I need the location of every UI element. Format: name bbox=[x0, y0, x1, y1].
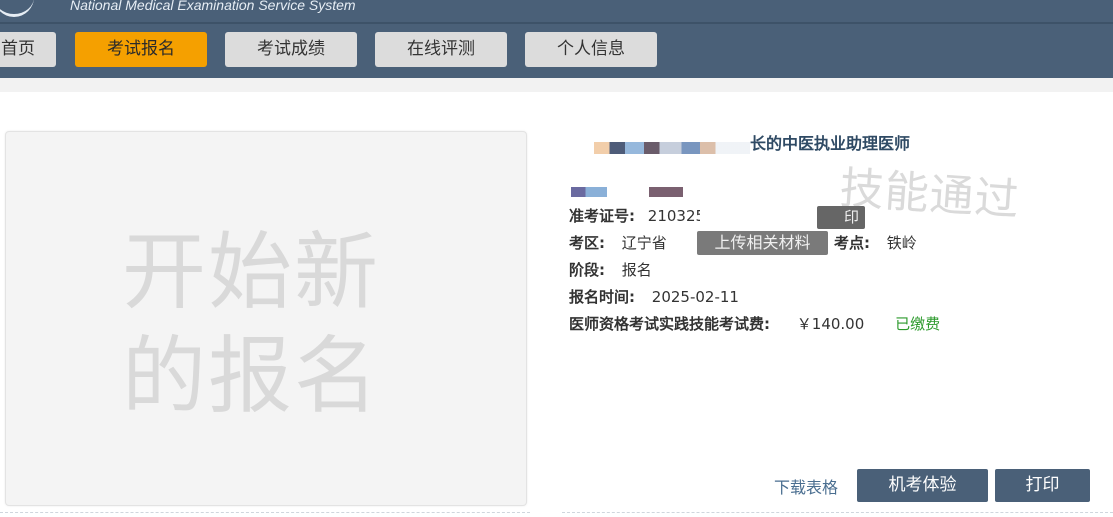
nav-tab-home[interactable]: 首页 bbox=[0, 32, 56, 67]
redacted-mark bbox=[649, 187, 683, 197]
new-registration-text: 开始新 的报名 bbox=[122, 223, 381, 425]
computer-exam-trial-button[interactable]: 机考体验 bbox=[857, 469, 988, 502]
header-shadow-strip bbox=[0, 78, 1113, 92]
card-divider bbox=[0, 512, 530, 513]
exam-site-row: 考点: 铁岭 bbox=[834, 232, 917, 254]
exam-number-label: 准考证号: bbox=[569, 207, 635, 225]
time-value: 2025-02-11 bbox=[651, 288, 739, 306]
upload-materials-button[interactable]: 上传相关材料 bbox=[697, 231, 828, 255]
fee-label: 医师资格考试实践技能考试费: bbox=[569, 315, 770, 333]
site-value: 铁岭 bbox=[886, 234, 917, 252]
print-button[interactable]: 打印 bbox=[995, 469, 1090, 502]
stage-value: 报名 bbox=[621, 261, 652, 279]
nav-tab-registration[interactable]: 考试报名 bbox=[75, 32, 207, 67]
redacted-name bbox=[594, 142, 750, 154]
redaction-overlay bbox=[700, 205, 820, 227]
nav-tab-personal-info[interactable]: 个人信息 bbox=[525, 32, 657, 67]
status-stamp: 技能通过 bbox=[838, 162, 1022, 227]
header-divider bbox=[0, 22, 1113, 24]
registration-time-row: 报名时间: 2025-02-11 bbox=[569, 286, 739, 308]
exam-number-row: 准考证号: 2103254 bbox=[569, 205, 715, 227]
stage-row: 阶段: 报名 bbox=[569, 259, 652, 281]
exam-region-row: 考区: 辽宁省 bbox=[569, 232, 667, 254]
stage-label: 阶段: bbox=[569, 261, 605, 279]
region-label: 考区: bbox=[569, 234, 605, 252]
exam-title: 长的中医执业助理医师 bbox=[750, 134, 911, 153]
nav-tab-online-assessment[interactable]: 在线评测 bbox=[375, 32, 507, 67]
region-value: 辽宁省 bbox=[621, 234, 667, 252]
new-registration-card[interactable]: 开始新 的报名 bbox=[5, 131, 527, 506]
system-subtitle: National Medical Examination Service Sys… bbox=[70, 0, 356, 13]
site-label: 考点: bbox=[834, 234, 870, 252]
logo-icon bbox=[0, 0, 34, 17]
fee-status-badge: 已缴费 bbox=[895, 315, 941, 333]
header-bar: National Medical Examination Service Sys… bbox=[0, 0, 1113, 78]
card-divider bbox=[562, 512, 1113, 513]
redacted-mark bbox=[571, 187, 607, 197]
nav-tab-scores[interactable]: 考试成绩 bbox=[225, 32, 357, 67]
download-form-link[interactable]: 下载表格 bbox=[774, 474, 838, 498]
time-label: 报名时间: bbox=[569, 288, 635, 306]
fee-row: 医师资格考试实践技能考试费: ￥140.00 已缴费 bbox=[569, 313, 940, 335]
print-admission-button[interactable]: 印 bbox=[817, 206, 865, 229]
fee-value: ￥140.00 bbox=[796, 315, 865, 333]
